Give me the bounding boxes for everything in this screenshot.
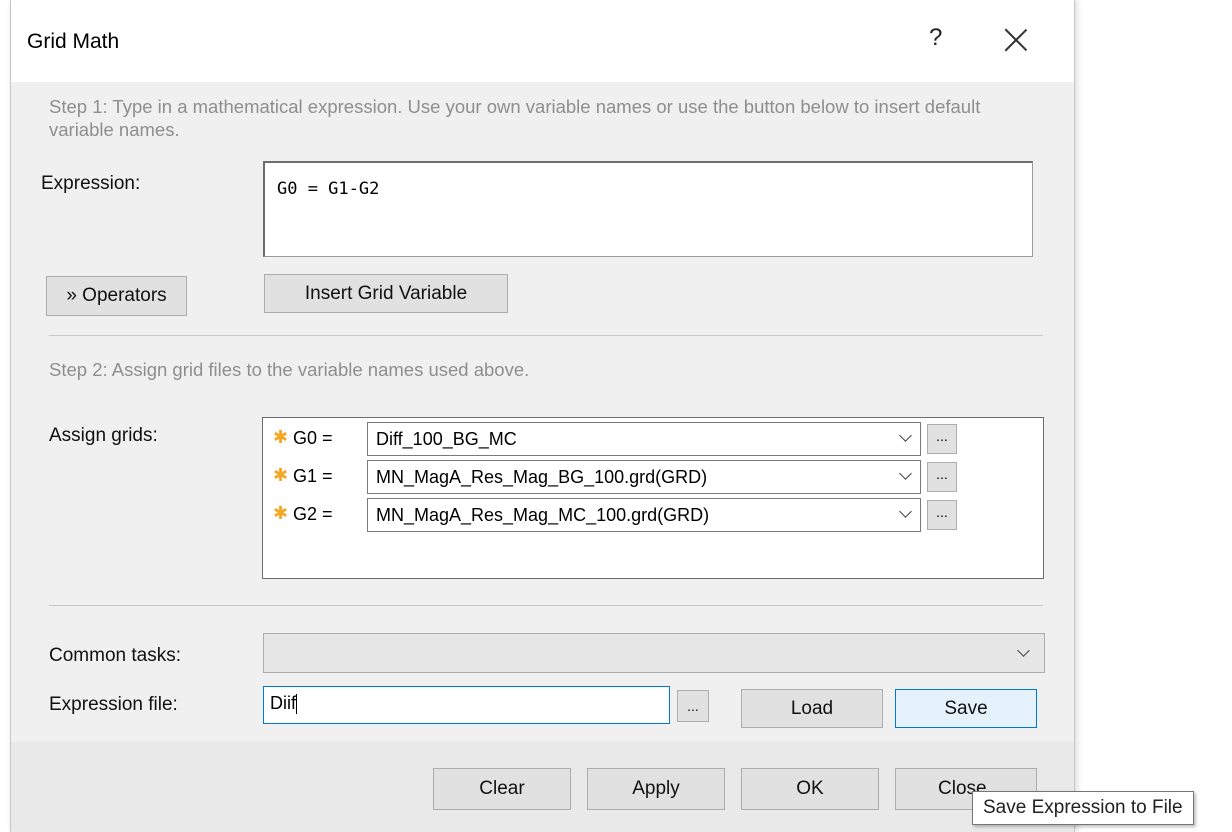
- expression-file-input[interactable]: Diif: [263, 686, 670, 724]
- asterisk-icon: ✱: [273, 503, 289, 523]
- insert-grid-variable-button[interactable]: Insert Grid Variable: [264, 274, 508, 313]
- grid-variable-name: G0 =: [293, 428, 333, 448]
- asterisk-icon: ✱: [273, 465, 289, 485]
- divider-1: [49, 335, 1043, 336]
- grid-row-g1: ✱ G1 = MN_MagA_Res_Mag_BG_100.grd(GRD) .…: [263, 458, 1043, 494]
- common-tasks-select[interactable]: [263, 633, 1045, 673]
- clear-button[interactable]: Clear: [433, 768, 571, 810]
- grid-row-g2: ✱ G2 = MN_MagA_Res_Mag_MC_100.grd(GRD) .…: [263, 496, 1043, 532]
- expression-file-label: Expression file:: [49, 694, 178, 715]
- expression-file-browse-button[interactable]: ...: [677, 690, 709, 722]
- save-button[interactable]: Save: [895, 689, 1037, 728]
- chevron-down-icon[interactable]: [900, 431, 912, 443]
- grid-math-dialog: Grid Math ? Step 1: Type in a mathematic…: [10, 0, 1075, 832]
- grid-file-value: MN_MagA_Res_Mag_MC_100.grd(GRD): [376, 505, 710, 525]
- grid-row-g0: ✱ G0 = Diff_100_BG_MC ...: [263, 420, 1043, 456]
- grid-file-value: Diff_100_BG_MC: [376, 429, 517, 449]
- common-tasks-label: Common tasks:: [49, 645, 181, 666]
- grid-variable-name: G1 =: [293, 466, 333, 486]
- dialog-title: Grid Math: [27, 30, 120, 53]
- grid-variable-name: G2 =: [293, 504, 333, 524]
- chevron-down-icon[interactable]: [900, 469, 912, 481]
- grid-file-select-g0[interactable]: Diff_100_BG_MC: [367, 422, 921, 456]
- help-button[interactable]: ?: [929, 24, 942, 52]
- assign-grids-label: Assign grids:: [49, 425, 158, 446]
- load-button[interactable]: Load: [741, 689, 883, 728]
- grid-file-value: MN_MagA_Res_Mag_BG_100.grd(GRD): [376, 467, 708, 487]
- divider-2: [49, 605, 1043, 606]
- save-tooltip: Save Expression to File: [972, 791, 1194, 825]
- step1-instructions: Step 1: Type in a mathematical expressio…: [49, 96, 981, 140]
- browse-button-g2[interactable]: ...: [927, 500, 957, 530]
- step2-instructions: Step 2: Assign grid files to the variabl…: [49, 359, 530, 380]
- grid-file-select-g2[interactable]: MN_MagA_Res_Mag_MC_100.grd(GRD): [367, 498, 921, 532]
- expression-file-value: Diif: [270, 693, 296, 713]
- close-icon[interactable]: [999, 24, 1033, 58]
- operators-button[interactable]: » Operators: [46, 276, 187, 316]
- assign-grids-panel: ✱ G0 = Diff_100_BG_MC ... ✱ G1 = MN_MagA…: [262, 417, 1044, 579]
- ok-button[interactable]: OK: [741, 768, 879, 810]
- apply-button[interactable]: Apply: [587, 768, 725, 810]
- browse-button-g1[interactable]: ...: [927, 462, 957, 492]
- chevron-down-icon[interactable]: [900, 507, 912, 519]
- expression-label: Expression:: [41, 173, 141, 194]
- title-bar: Grid Math ?: [11, 0, 1074, 82]
- grid-file-select-g1[interactable]: MN_MagA_Res_Mag_BG_100.grd(GRD): [367, 460, 921, 494]
- asterisk-icon: ✱: [273, 427, 289, 447]
- browse-button-g0[interactable]: ...: [927, 424, 957, 454]
- chevron-down-icon[interactable]: [1018, 646, 1030, 658]
- expression-input[interactable]: G0 = G1-G2: [263, 161, 1033, 257]
- text-caret: [296, 694, 297, 715]
